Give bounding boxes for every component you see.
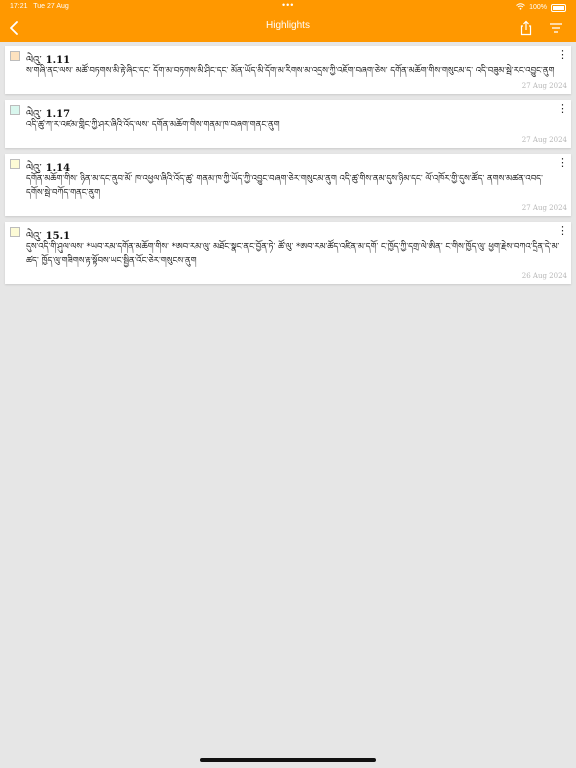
highlight-card[interactable]: ལེའུ་ 1.17 ⋮ འདི་ཚུ་ཀ་ར་འཛམ་གླིང་ཀྱི་ཤར་ཞ… [5, 100, 571, 148]
highlight-color-swatch [10, 159, 20, 169]
chapter-label: ལེའུ་ [26, 55, 42, 66]
status-indicators: 100% [516, 3, 566, 12]
highlight-color-swatch [10, 51, 20, 61]
highlight-header: ལེའུ་ 15.1 ⋮ [5, 222, 571, 242]
multitasking-dots-icon[interactable]: ••• [282, 0, 294, 10]
status-date: Tue 27 Aug [33, 3, 69, 10]
share-icon [520, 20, 532, 36]
highlights-list: ལེའུ་ 1.11 ⋮ ས་གཞི་ནང་ལས་ མཚོ་བཏགས་མི་རྟེ… [5, 46, 571, 290]
more-options-icon[interactable]: ⋮ [557, 156, 568, 170]
page-title: Highlights [266, 20, 310, 31]
highlight-date: 27 Aug 2024 [521, 82, 567, 90]
verse-number: 1.17 [45, 109, 71, 120]
more-options-icon[interactable]: ⋮ [557, 48, 568, 62]
highlight-color-swatch [10, 227, 20, 237]
highlight-date: 27 Aug 2024 [521, 136, 567, 144]
highlight-text: དགོན་མཆོག་གིས་ ཉིན་མ་དང་ནུབ་མོ་ ཁ་འཕྱལ་ཞ… [26, 174, 543, 198]
verse-reference: ལེའུ་ 1.17 [26, 103, 70, 131]
highlight-text: འདི་ཚུ་ཀ་ར་འཛམ་གླིང་ཀྱི་ཤར་ཞིའི་འོད་ལས་ … [26, 120, 280, 130]
verse-number: 1.11 [45, 55, 71, 66]
battery-percent: 100% [529, 4, 547, 11]
highlight-header: ལེའུ་ 1.17 ⋮ [5, 100, 571, 120]
chapter-label: ལེའུ་ [26, 109, 42, 120]
verse-reference: ལེའུ་ 1.11 [26, 49, 70, 77]
highlight-header: ལེའུ་ 1.14 ⋮ [5, 154, 571, 174]
navigation-bar: Highlights [0, 14, 576, 42]
highlight-color-swatch [10, 105, 20, 115]
verse-reference: ལེའུ་ 15.1 [26, 225, 70, 253]
more-options-icon[interactable]: ⋮ [557, 224, 568, 238]
status-bar: 17:21 Tue 27 Aug ••• 100% [0, 0, 576, 14]
highlight-header: ལེའུ་ 1.11 ⋮ [5, 46, 571, 66]
highlight-text: ས་གཞི་ནང་ལས་ མཚོ་བཏགས་མི་རྟེ་ཞིང་དང་ དོག… [26, 66, 555, 76]
home-indicator[interactable] [200, 758, 376, 762]
highlight-date: 27 Aug 2024 [521, 204, 567, 212]
sort-icon [550, 23, 562, 33]
highlight-card[interactable]: ལེའུ་ 1.14 ⋮ དགོན་མཆོག་གིས་ ཉིན་མ་དང་ནུབ་… [5, 154, 571, 216]
highlight-card[interactable]: ལེའུ་ 1.11 ⋮ ས་གཞི་ནང་ལས་ མཚོ་བཏགས་མི་རྟེ… [5, 46, 571, 94]
verse-number: 1.14 [45, 163, 71, 174]
verse-number: 15.1 [45, 231, 71, 242]
sort-button[interactable] [548, 20, 564, 36]
highlight-text: དུས་འདི་གི་ཤུལ་ལས་ *ཡབ་རམ་དགོན་མཆོག་གིས་… [26, 242, 560, 266]
status-time: 17:21 [10, 3, 28, 10]
battery-icon [551, 3, 566, 12]
more-options-icon[interactable]: ⋮ [557, 102, 568, 116]
chapter-label: ལེའུ་ [26, 163, 42, 174]
wifi-icon [516, 3, 525, 12]
top-bar: 17:21 Tue 27 Aug ••• 100% Highlights [0, 0, 576, 42]
chapter-label: ལེའུ་ [26, 231, 42, 242]
highlight-card[interactable]: ལེའུ་ 15.1 ⋮ དུས་འདི་གི་ཤུལ་ལས་ *ཡབ་རམ་དག… [5, 222, 571, 284]
highlight-date: 26 Aug 2024 [521, 272, 567, 280]
verse-reference: ལེའུ་ 1.14 [26, 157, 70, 185]
status-time-date: 17:21 Tue 27 Aug [10, 3, 69, 10]
share-button[interactable] [518, 20, 534, 36]
